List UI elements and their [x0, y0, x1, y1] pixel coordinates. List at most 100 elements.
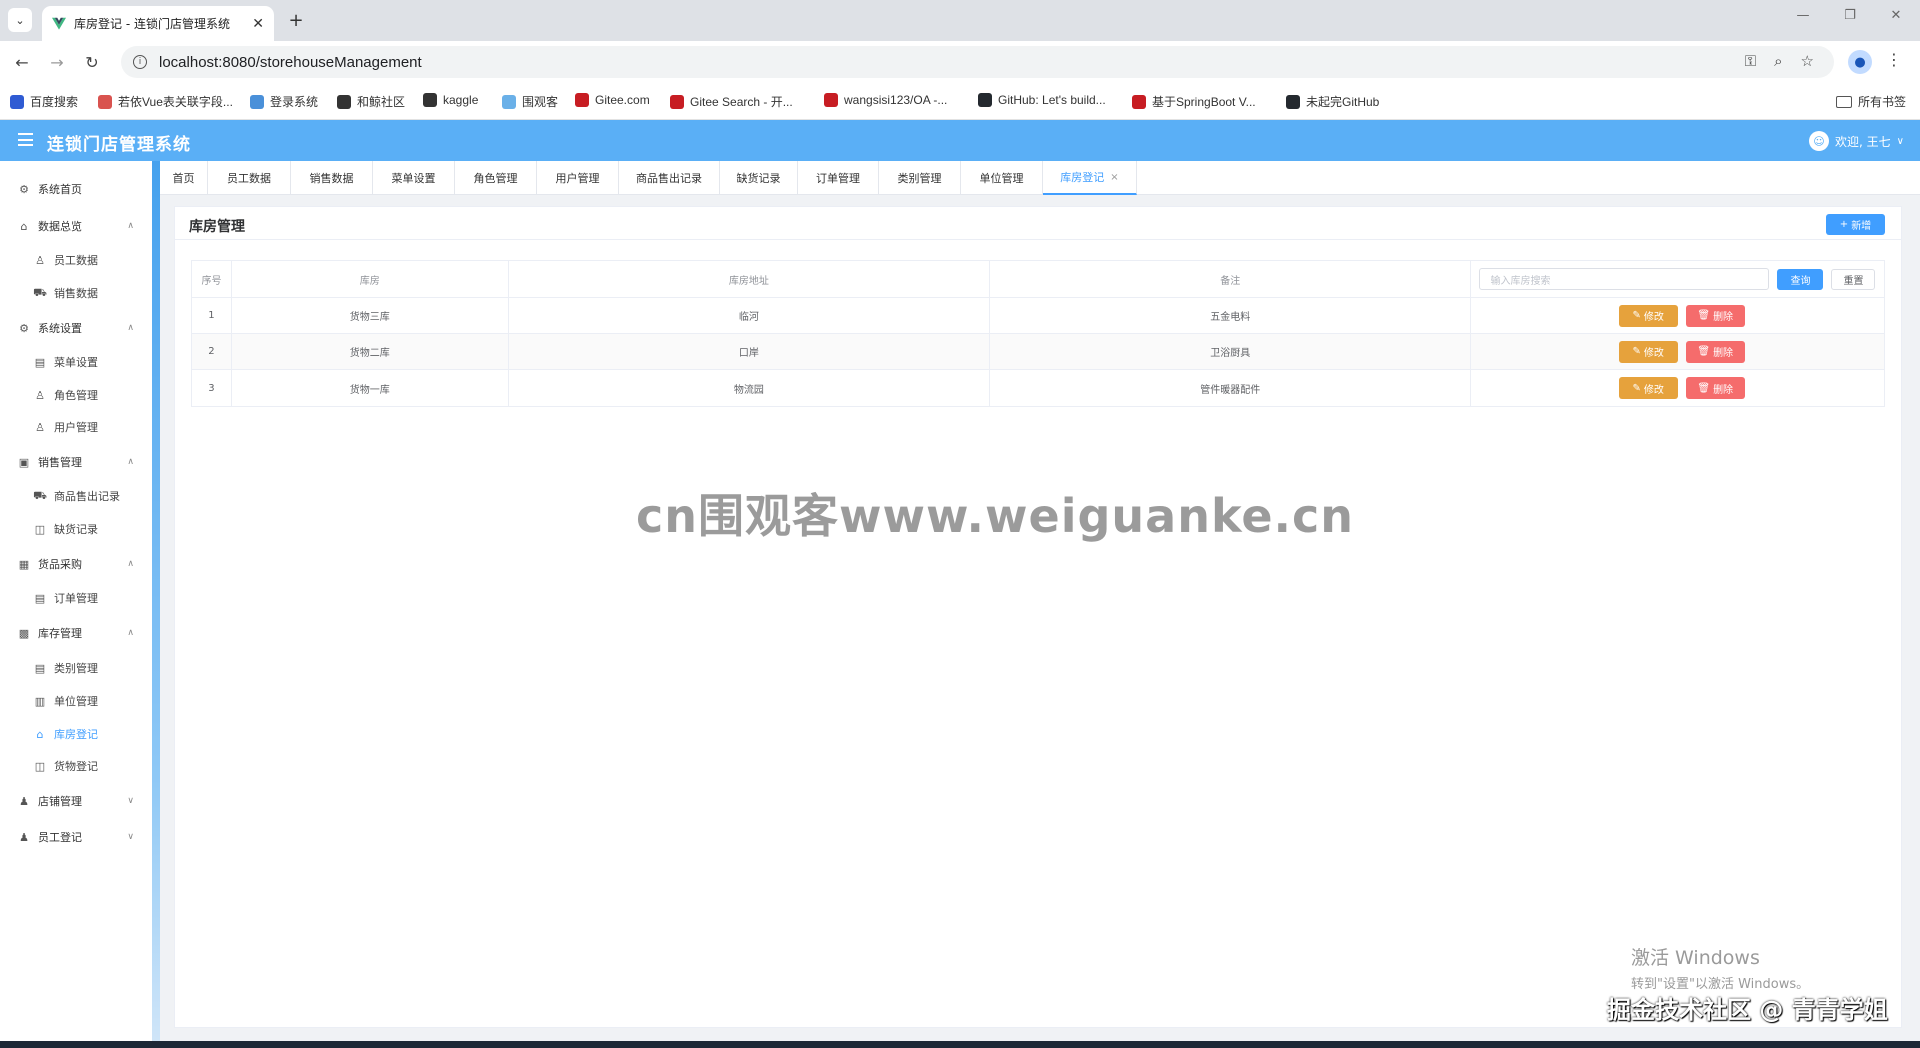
back-icon[interactable]: ←	[10, 50, 34, 74]
tag-item[interactable]: 库房登记 ×	[1043, 161, 1137, 195]
edit-button[interactable]: ✎ 修改	[1618, 340, 1678, 363]
sidebar-item[interactable]: ▤ 订单管理	[0, 583, 152, 613]
bookmark-item[interactable]: Gitee.com	[575, 93, 650, 107]
restore-icon[interactable]: ❐	[1830, 8, 1870, 23]
sidebar-item[interactable]: ♙ 用户管理	[0, 412, 152, 442]
bookmark-item[interactable]: 和鲸社区	[337, 93, 405, 110]
more-menu-icon[interactable]: ⋮	[1886, 50, 1902, 69]
delete-button[interactable]: 🗑 删除	[1685, 340, 1745, 363]
tag-item[interactable]: 用户管理	[537, 161, 619, 195]
sidebar-item[interactable]: ⚙ 系统首页	[0, 174, 152, 204]
app-header: 连锁门店管理系统 ☺ 欢迎, 王七 ∨	[0, 120, 1920, 161]
user-icon: ♙	[35, 388, 45, 402]
sidebar-item[interactable]: ▤ 菜单设置	[0, 347, 152, 377]
edit-button[interactable]: ✎ 修改	[1618, 377, 1678, 399]
bookmark-favicon-icon	[670, 94, 684, 109]
chevron-up-icon: ∧	[127, 221, 134, 231]
sidebar-item[interactable]: ♟ 店铺管理 ∨	[0, 786, 152, 816]
window-close-icon[interactable]: ✕	[1876, 8, 1916, 23]
edit-button[interactable]: ✎ 修改	[1618, 304, 1678, 327]
profile-icon[interactable]: ●	[1848, 50, 1872, 74]
reload-icon[interactable]: ↻	[80, 50, 104, 74]
tag-item[interactable]: 单位管理	[961, 161, 1043, 195]
key-icon[interactable]: ⚿	[1745, 52, 1756, 70]
table-row: 2 货物二库 口岸 卫浴厨具 ✎ 修改 🗑 删除	[192, 334, 1884, 370]
sidebar-item[interactable]: ⛟ 商品售出记录	[0, 481, 152, 511]
gear-icon: ⚙	[19, 321, 29, 335]
bookmark-item[interactable]: wangsisi123/OA -...	[824, 93, 947, 107]
bookmark-item[interactable]: GitHub: Let's build...	[978, 93, 1106, 107]
sidebar-item[interactable]: ⚙ 系统设置 ∧	[0, 313, 152, 343]
bookmark-item[interactable]: 若依Vue表关联字段...	[98, 93, 233, 110]
sidebar-item[interactable]: ⛟ 销售数据	[0, 278, 152, 308]
cell-address: 口岸	[509, 334, 991, 369]
query-button[interactable]: 查询	[1777, 268, 1824, 290]
bookmark-item[interactable]: kaggle	[423, 93, 478, 107]
column-header-index: 序号	[192, 261, 232, 297]
sidebar-item[interactable]: ♙ 角色管理	[0, 380, 152, 410]
watermark-text: cn围观客www.weiguanke.cn	[636, 489, 1355, 543]
delete-button[interactable]: 🗑 删除	[1685, 304, 1745, 327]
tag-item[interactable]: 类别管理	[879, 161, 961, 195]
settings-icon: ⚙	[19, 182, 29, 196]
user-dropdown[interactable]: ☺ 欢迎, 王七 ∨	[1809, 131, 1904, 151]
sidebar-item[interactable]: ▤ 类别管理	[0, 653, 152, 683]
cell-name: 货物二库	[232, 334, 509, 369]
sidebar-item[interactable]: ▥ 单位管理	[0, 686, 152, 716]
star-icon[interactable]: ☆	[1801, 52, 1814, 70]
bookmark-item[interactable]: 登录系统	[250, 93, 318, 110]
tag-item[interactable]: 菜单设置	[373, 161, 455, 195]
browser-tab[interactable]: 库房登记 - 连锁门店管理系统 ✕	[42, 6, 274, 41]
add-button[interactable]: + 新增	[1826, 214, 1885, 235]
tag-item[interactable]: 首页	[160, 161, 208, 195]
bookmark-item[interactable]: Gitee Search - 开...	[670, 93, 793, 110]
person-icon: ♟	[19, 794, 29, 808]
chevron-down-icon: ∨	[127, 832, 134, 842]
sidebar-item[interactable]: ▣ 销售管理 ∧	[0, 447, 152, 477]
bookmark-label: 基于SpringBoot V...	[1152, 95, 1256, 109]
windows-activation-notice: 激活 Windows 转到"设置"以激活 Windows。	[1631, 943, 1809, 992]
tag-item[interactable]: 员工数据	[208, 161, 291, 195]
plus-icon: +	[1839, 219, 1849, 230]
new-tab-button[interactable]: +	[284, 8, 308, 32]
tag-item[interactable]: 商品售出记录	[619, 161, 720, 195]
sidebar-item[interactable]: ▩ 库存管理 ∧	[0, 618, 152, 648]
bookmark-item[interactable]: 未起完GitHub	[1286, 93, 1379, 110]
person-icon: ♟	[19, 830, 29, 844]
delete-button[interactable]: 🗑 删除	[1685, 377, 1745, 399]
bookmark-item[interactable]: 基于SpringBoot V...	[1132, 93, 1256, 110]
sidebar-item[interactable]: ◫ 货物登记	[0, 751, 152, 781]
minimize-icon[interactable]: —	[1783, 8, 1823, 23]
tab-search-button[interactable]: ⌄	[8, 8, 32, 32]
sidebar-item[interactable]: ♟ 员工登记 ∨	[0, 822, 152, 852]
search-input[interactable]: 输入库房搜索	[1479, 268, 1770, 290]
sidebar-item-label: 销售数据	[54, 287, 98, 300]
zoom-icon[interactable]: ⌕	[1774, 52, 1782, 70]
menu-toggle-icon[interactable]	[18, 133, 33, 146]
sidebar-item[interactable]: ▦ 货品采购 ∧	[0, 549, 152, 579]
bookmark-item[interactable]: 百度搜索	[10, 93, 78, 110]
bookmark-favicon-icon	[978, 93, 992, 107]
delete-button-label: 删除	[1713, 312, 1734, 323]
bookmark-item[interactable]: 围观客	[502, 93, 558, 110]
sidebar-item[interactable]: ♙ 员工数据	[0, 245, 152, 275]
info-icon[interactable]: i	[133, 55, 147, 69]
close-icon[interactable]: ✕	[252, 16, 264, 32]
bookmark-label: kaggle	[443, 93, 479, 107]
tag-item[interactable]: 缺货记录	[720, 161, 798, 195]
address-bar[interactable]: i localhost:8080/storehouseManagement ⚿ …	[121, 46, 1834, 78]
tag-item[interactable]: 订单管理	[798, 161, 879, 195]
lock-icon: ▦	[18, 557, 30, 571]
tag-item[interactable]: 销售数据	[291, 161, 373, 195]
tag-item[interactable]: 角色管理	[455, 161, 537, 195]
reset-button[interactable]: 重置	[1831, 268, 1876, 290]
all-bookmarks[interactable]: 所有书签	[1835, 93, 1906, 110]
sidebar-item[interactable]: ⌂ 数据总览 ∧	[0, 211, 152, 241]
search-cell: 输入库房搜索 查询 重置	[1471, 261, 1884, 297]
sidebar-item[interactable]: ⌂ 库房登记	[0, 719, 152, 749]
forward-icon[interactable]: →	[45, 50, 69, 74]
close-icon[interactable]: ×	[1110, 172, 1118, 183]
bookmark-favicon-icon	[1286, 94, 1300, 109]
sidebar-item[interactable]: ◫ 缺货记录	[0, 514, 152, 544]
sidebar-item-label: 缺货记录	[54, 523, 98, 536]
